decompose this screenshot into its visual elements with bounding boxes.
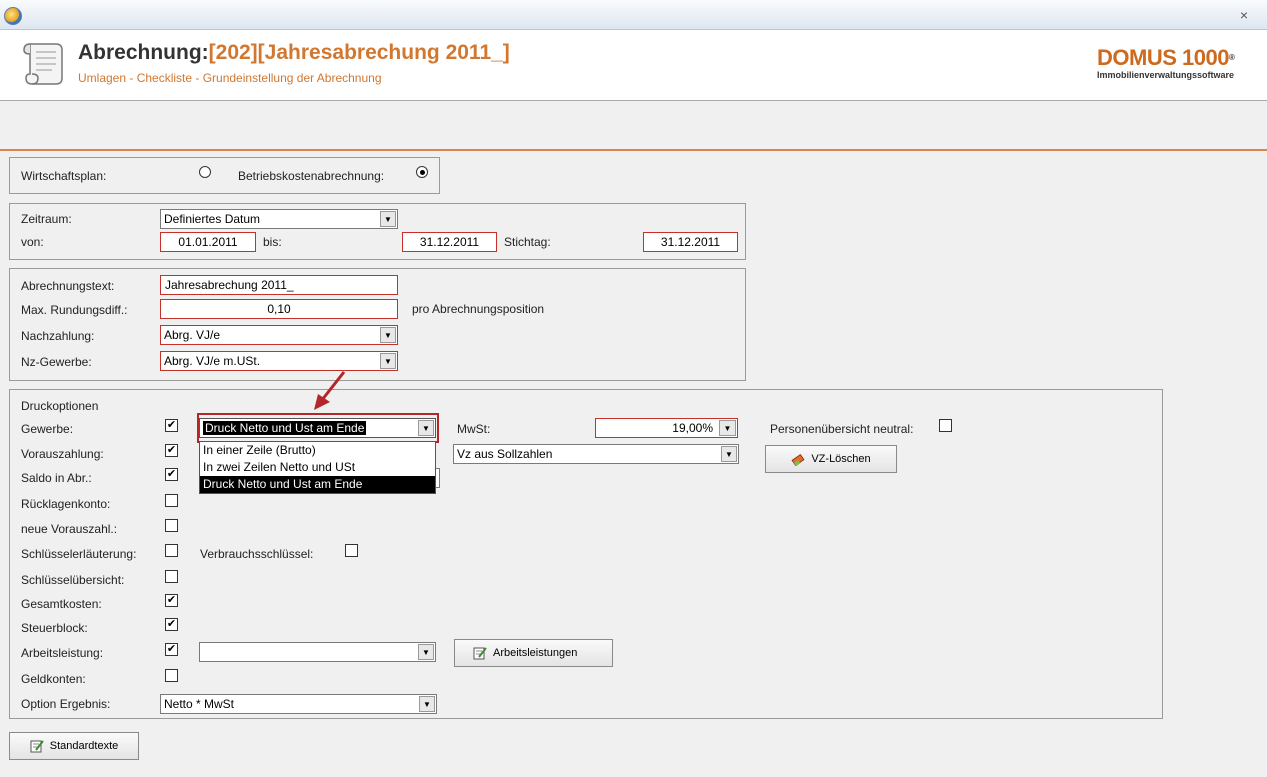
page-subtitle: Umlagen - Checkliste - Grundeinstellung … <box>78 71 382 85</box>
zeitraum-value: Definiertes Datum <box>164 212 261 226</box>
standardtexte-label: Standardtexte <box>49 740 119 752</box>
arbeitsleistung-checkbox[interactable]: ✔ <box>165 643 178 656</box>
eraser-icon <box>791 454 805 467</box>
nachzahlung-select[interactable]: Abrg. VJ/e ▼ <box>160 325 398 345</box>
standardtexte-button[interactable]: Standardtexte <box>9 732 139 760</box>
logo-reg: ® <box>1228 53 1235 62</box>
red-arrow-icon <box>314 371 346 410</box>
steuerblock-checkbox[interactable]: ✔ <box>165 618 178 631</box>
geldkonten-label: Geldkonten: <box>21 672 86 686</box>
chevron-down-icon[interactable]: ▼ <box>418 644 434 660</box>
vz-select[interactable]: Vz aus Sollzahlen ▼ <box>453 444 739 464</box>
gewerbe-option[interactable]: In zwei Zeilen Netto und USt <box>200 459 435 476</box>
vz-loeschen-button[interactable]: VZ-Löschen <box>765 445 897 473</box>
vorauszahlung-label: Vorauszahlung: <box>21 447 104 461</box>
zeitraum-select[interactable]: Definiertes Datum ▼ <box>160 209 398 229</box>
chevron-down-icon[interactable]: ▼ <box>719 420 736 436</box>
personen-label: Personenübersicht neutral: <box>770 422 914 436</box>
betriebskosten-label: Betriebskostenabrechnung: <box>238 169 385 183</box>
chevron-down-icon[interactable]: ▼ <box>721 446 737 462</box>
ruecklagen-label: Rücklagenkonto: <box>21 497 111 511</box>
page-title-record: [202][Jahresabrechung 2011_] <box>208 41 510 64</box>
gesamtkosten-label: Gesamtkosten: <box>21 597 102 611</box>
nachzahlung-value: Abrg. VJ/e <box>164 328 221 342</box>
bis-label: bis: <box>263 235 282 249</box>
gewerbe-select[interactable]: Druck Netto und Ust am Ende ▼ <box>199 418 436 438</box>
betriebskosten-radio[interactable] <box>416 166 428 178</box>
vz-loeschen-label: VZ-Löschen <box>811 453 871 465</box>
gesamtkosten-checkbox[interactable]: ✔ <box>165 594 178 607</box>
druckoptionen-title: Druckoptionen <box>21 399 99 413</box>
zeitraum-label: Zeitraum: <box>21 212 72 226</box>
schluessel-ueb-checkbox[interactable] <box>165 570 178 583</box>
chevron-down-icon[interactable]: ▼ <box>380 211 396 227</box>
neue-vz-label: neue Vorauszahl.: <box>21 522 118 536</box>
vz-value: Vz aus Sollzahlen <box>457 447 553 461</box>
chevron-down-icon[interactable]: ▼ <box>380 353 396 369</box>
personen-checkbox[interactable] <box>939 419 952 432</box>
rundungsdiff-suffix: pro Abrechnungsposition <box>412 302 545 316</box>
option-ergebnis-select[interactable]: Netto * MwSt ▼ <box>160 694 437 714</box>
wirtschaftsplan-radio[interactable] <box>199 166 211 178</box>
domus-logo: DOMUS 1000® Immobilienverwaltungssoftwar… <box>1097 45 1235 81</box>
verbrauch-checkbox[interactable] <box>345 544 358 557</box>
neue-vz-checkbox[interactable] <box>165 519 178 532</box>
page-title: Abrechnung:[202][Jahresabrechung 2011_] <box>78 41 510 64</box>
logo-main: DOMUS 1000 <box>1097 45 1229 70</box>
gewerbe-option[interactable]: In einer Zeile (Brutto) <box>200 442 435 459</box>
schluessel-erl-label: Schlüsselerläuterung: <box>21 547 137 561</box>
divider <box>0 149 1267 151</box>
abrechnungstext-label: Abrechnungstext: <box>21 279 115 293</box>
stichtag-label: Stichtag: <box>504 235 551 249</box>
edit-icon <box>473 647 487 660</box>
logo-sub: Immobilienverwaltungssoftware <box>1097 70 1235 80</box>
chevron-down-icon[interactable]: ▼ <box>419 696 435 712</box>
edit-icon <box>30 740 44 753</box>
arbeitsleistung-select[interactable]: ▼ <box>199 642 436 662</box>
nzgewerbe-select[interactable]: Abrg. VJ/e m.USt. ▼ <box>160 351 398 371</box>
close-icon[interactable]: × <box>1236 7 1252 23</box>
saldo-checkbox[interactable]: ✔ <box>165 468 178 481</box>
wirtschaftsplan-label: Wirtschaftsplan: <box>21 169 107 183</box>
gewerbe-label: Gewerbe: <box>21 422 74 436</box>
schluessel-erl-checkbox[interactable] <box>165 544 178 557</box>
window-titlebar <box>0 0 1267 30</box>
bis-field[interactable]: 31.12.2011 <box>402 232 497 252</box>
arbeitsleistung-label: Arbeitsleistung: <box>21 646 104 660</box>
abrechnungstext-field[interactable]: Jahresabrechung 2011_ <box>160 275 398 295</box>
app-icon <box>4 7 22 25</box>
nachzahlung-label: Nachzahlung: <box>21 329 95 343</box>
steuerblock-label: Steuerblock: <box>21 621 88 635</box>
chevron-down-icon[interactable]: ▼ <box>380 327 396 343</box>
rundungsdiff-label: Max. Rundungsdiff.: <box>21 303 128 317</box>
gewerbe-value: Druck Netto und Ust am Ende <box>203 421 367 435</box>
mwst-field[interactable]: 19,00% ▼ <box>595 418 738 438</box>
gewerbe-checkbox[interactable]: ✔ <box>165 419 178 432</box>
option-ergebnis-label: Option Ergebnis: <box>21 697 111 711</box>
schluessel-ueb-label: Schlüsselübersicht: <box>21 573 125 587</box>
ruecklagen-checkbox[interactable] <box>165 494 178 507</box>
mwst-label: MwSt: <box>457 422 491 436</box>
scroll-icon <box>23 43 63 85</box>
arbeitsleistungen-button[interactable]: Arbeitsleistungen <box>454 639 613 667</box>
mwst-value: 19,00% <box>672 421 713 435</box>
gewerbe-dropdown-list: In einer Zeile (Brutto) In zwei Zeilen N… <box>199 441 436 494</box>
gewerbe-option-selected[interactable]: Druck Netto und Ust am Ende <box>200 476 435 493</box>
nzgewerbe-value: Abrg. VJ/e m.USt. <box>164 354 261 368</box>
verbrauch-label: Verbrauchsschlüssel: <box>200 547 314 561</box>
rundungsdiff-field[interactable]: 0,10 <box>160 299 398 319</box>
von-field[interactable]: 01.01.2011 <box>160 232 256 252</box>
geldkonten-checkbox[interactable] <box>165 669 178 682</box>
nzgewerbe-label: Nz-Gewerbe: <box>21 355 92 369</box>
chevron-down-icon[interactable]: ▼ <box>418 420 434 436</box>
vorauszahlung-checkbox[interactable]: ✔ <box>165 444 178 457</box>
stichtag-field[interactable]: 31.12.2011 <box>643 232 738 252</box>
toolbar-area <box>0 102 1267 149</box>
arbeitsleistungen-label: Arbeitsleistungen <box>493 647 578 659</box>
von-label: von: <box>21 235 44 249</box>
saldo-label: Saldo in Abr.: <box>21 471 92 485</box>
druckoptionen-group <box>9 389 1163 719</box>
option-ergebnis-value: Netto * MwSt <box>164 697 235 711</box>
